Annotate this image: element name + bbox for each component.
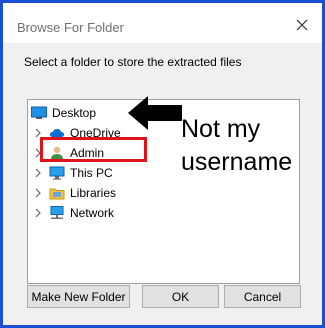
ok-button[interactable]: OK bbox=[142, 285, 219, 308]
tree-item-desktop[interactable]: Desktop bbox=[31, 103, 96, 123]
tree-item-label: Network bbox=[70, 206, 115, 220]
close-icon bbox=[296, 19, 308, 31]
tree-item-this-pc[interactable]: This PC bbox=[33, 163, 113, 183]
tree-item-label: This PC bbox=[70, 166, 113, 180]
libraries-icon bbox=[49, 185, 65, 201]
network-icon bbox=[49, 205, 65, 221]
chevron-right-icon[interactable] bbox=[33, 208, 43, 218]
window-title: Browse For Folder bbox=[17, 20, 124, 35]
title-bar: Browse For Folder bbox=[3, 3, 322, 43]
tree-item-label: Libraries bbox=[70, 186, 117, 200]
instruction-text: Select a folder to store the extracted f… bbox=[24, 55, 242, 69]
desktop-icon bbox=[31, 105, 47, 121]
chevron-right-icon[interactable] bbox=[33, 188, 43, 198]
make-new-folder-button[interactable]: Make New Folder bbox=[27, 285, 130, 308]
chevron-right-icon[interactable] bbox=[33, 168, 43, 178]
annotation-arrow-icon bbox=[128, 96, 182, 130]
computer-icon bbox=[49, 165, 65, 181]
tree-item-libraries[interactable]: Libraries bbox=[33, 183, 116, 203]
tree-item-label: Desktop bbox=[52, 106, 97, 120]
close-button[interactable] bbox=[292, 15, 312, 35]
tree-item-network[interactable]: Network bbox=[33, 203, 114, 223]
annotation-line-2: username bbox=[181, 148, 293, 176]
annotation-line-1: Not my bbox=[181, 115, 261, 143]
dialog-body: Select a folder to store the extracted f… bbox=[3, 43, 322, 325]
cancel-button[interactable]: Cancel bbox=[224, 285, 301, 308]
annotation-text: Not my username bbox=[181, 113, 292, 179]
annotation-highlight-box bbox=[40, 137, 147, 162]
